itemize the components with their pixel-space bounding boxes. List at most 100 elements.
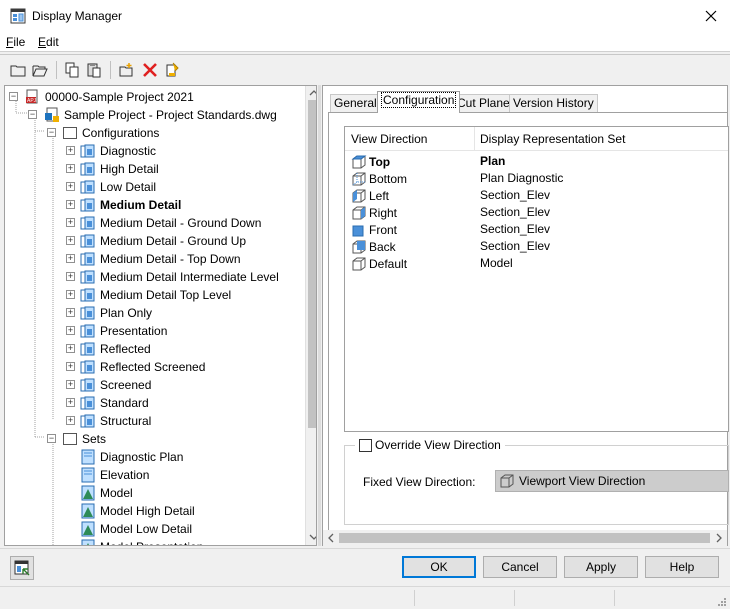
tree-item-set[interactable]: Model Low Detail [80, 520, 192, 538]
tree-item-project[interactable]: APJ 00000-Sample Project 2021 [25, 88, 194, 106]
scroll-down-icon[interactable] [309, 533, 317, 541]
list-item[interactable]: Default Model [345, 255, 728, 272]
column-header-view-direction[interactable]: View Direction [345, 127, 474, 151]
tree-item-configurations[interactable]: Configurations [62, 124, 159, 142]
fixed-view-direction-button[interactable]: Viewport View Direction [495, 470, 729, 492]
tree-item-configuration[interactable]: Structural [80, 412, 151, 430]
purge-button[interactable] [162, 60, 182, 80]
tree-item-drawing[interactable]: Sample Project - Project Standards.dwg [44, 106, 277, 124]
open-button[interactable] [30, 60, 50, 80]
tree-expander[interactable]: − [47, 128, 56, 137]
display-set-cell: Section_Elev [480, 222, 551, 236]
tree-expander[interactable]: + [66, 146, 75, 155]
tree-item-set[interactable]: Diagnostic Plan [80, 448, 183, 466]
tree-expander[interactable]: − [47, 434, 56, 443]
tree-item-set[interactable]: Model [80, 484, 133, 502]
paste-button[interactable] [84, 60, 104, 80]
tree-item-set[interactable]: Model Presentation [80, 538, 203, 545]
new-item-button[interactable] [116, 60, 136, 80]
close-button[interactable] [692, 0, 730, 32]
cancel-button[interactable]: Cancel [483, 556, 557, 578]
tree-expander[interactable]: + [66, 218, 75, 227]
tree-item-configuration[interactable]: Reflected Screened [80, 358, 205, 376]
tree-item-configuration[interactable]: Standard [80, 394, 149, 412]
tree-item-configuration[interactable]: Medium Detail - Ground Down [80, 214, 261, 232]
display-set-icon [80, 521, 96, 537]
resize-grip-icon[interactable] [716, 596, 728, 608]
scroll-right-icon[interactable] [715, 533, 723, 543]
tree-item-configuration[interactable]: Medium Detail Top Level [80, 286, 231, 304]
list-item[interactable]: Front Section_Elev [345, 221, 728, 238]
tree-expander[interactable]: + [66, 182, 75, 191]
tab-general[interactable]: General [330, 94, 381, 112]
tab-version-history[interactable]: Version History [509, 94, 598, 112]
list-item[interactable]: Back Section_Elev [345, 238, 728, 255]
scroll-left-icon[interactable] [327, 533, 335, 543]
tree-item-configuration[interactable]: Low Detail [80, 178, 156, 196]
tree-item-configuration[interactable]: Reflected [80, 340, 151, 358]
tree-label: Configurations [82, 126, 160, 140]
tree-expander[interactable]: + [66, 380, 75, 389]
tree-item-sets[interactable]: Sets [62, 430, 106, 448]
list-item[interactable]: Top Plan [345, 153, 728, 170]
tree-item-set[interactable]: Model High Detail [80, 502, 195, 520]
apply-button[interactable]: Apply [564, 556, 638, 578]
title-bar: Display Manager [0, 0, 730, 32]
configuration-icon [80, 377, 96, 393]
tree-item-configuration[interactable]: Medium Detail - Top Down [80, 250, 241, 268]
list-item[interactable]: Bottom Plan Diagnostic [345, 170, 728, 187]
tree-expander[interactable]: + [66, 236, 75, 245]
tree-expander[interactable]: − [9, 92, 18, 101]
tree-expander[interactable]: + [66, 272, 75, 281]
scroll-up-icon[interactable] [309, 89, 317, 97]
tree-item-configuration[interactable]: Screened [80, 376, 151, 394]
open-folder-icon [32, 65, 48, 77]
tree-scrollbar[interactable] [305, 86, 317, 545]
tree-item-configuration[interactable]: Medium Detail - Ground Up [80, 232, 246, 250]
tree-item-configuration[interactable]: Medium Detail Intermediate Level [80, 268, 279, 286]
list-item[interactable]: Right Section_Elev [345, 204, 728, 221]
display-set-icon [80, 539, 96, 545]
tree-expander[interactable]: + [66, 164, 75, 173]
menu-edit[interactable]: Edit [38, 35, 59, 49]
tree-item-configuration[interactable]: Medium Detail [80, 196, 181, 214]
copy-button[interactable] [62, 60, 82, 80]
menu-file[interactable]: File [6, 35, 25, 49]
tree-expander[interactable]: + [66, 308, 75, 317]
tree-label: 00000-Sample Project 2021 [45, 90, 194, 104]
tree-scroll-thumb[interactable] [308, 100, 316, 428]
view-direction-cell: Front [369, 222, 398, 237]
tree-item-configuration[interactable]: Diagnostic [80, 142, 156, 160]
tree-label: Model High Detail [100, 504, 195, 518]
override-checkbox-row[interactable]: Override View Direction [355, 438, 505, 452]
tree-expander[interactable]: + [66, 362, 75, 371]
view-direction-list[interactable]: View Direction Display Representation Se… [344, 126, 729, 432]
tree-expander[interactable]: + [66, 398, 75, 407]
tree-expander[interactable]: − [28, 110, 37, 119]
tab-cut-plane[interactable]: Cut Plane [453, 94, 514, 112]
configuration-icon [80, 341, 96, 357]
tree-expander[interactable]: + [66, 290, 75, 299]
tab-configuration[interactable]: Configuration [377, 91, 461, 113]
ok-button[interactable]: OK [402, 556, 476, 578]
tree-item-configuration[interactable]: High Detail [80, 160, 159, 178]
new-button[interactable] [8, 60, 28, 80]
tree-item-set[interactable]: Elevation [80, 466, 149, 484]
pane-splitter[interactable] [318, 85, 321, 546]
tree-label: Plan Only [100, 306, 153, 320]
tree-expander[interactable]: + [66, 254, 75, 263]
tree-item-configuration[interactable]: Presentation [80, 322, 167, 340]
override-checkbox[interactable] [359, 438, 372, 452]
tree-expander[interactable]: + [66, 326, 75, 335]
help-button[interactable]: Help [645, 556, 719, 578]
column-header-display-rep-set[interactable]: Display Representation Set [474, 127, 728, 151]
properties-scroll-thumb[interactable] [339, 533, 710, 543]
list-item[interactable]: Left Section_Elev [345, 187, 728, 204]
tree-expander[interactable]: + [66, 416, 75, 425]
delete-button[interactable] [140, 60, 160, 80]
manage-styles-button[interactable] [10, 556, 34, 580]
tree-item-configuration[interactable]: Plan Only [80, 304, 152, 322]
tree-expander[interactable]: + [66, 344, 75, 353]
properties-hscrollbar[interactable] [323, 530, 727, 546]
tree-expander[interactable]: + [66, 200, 75, 209]
